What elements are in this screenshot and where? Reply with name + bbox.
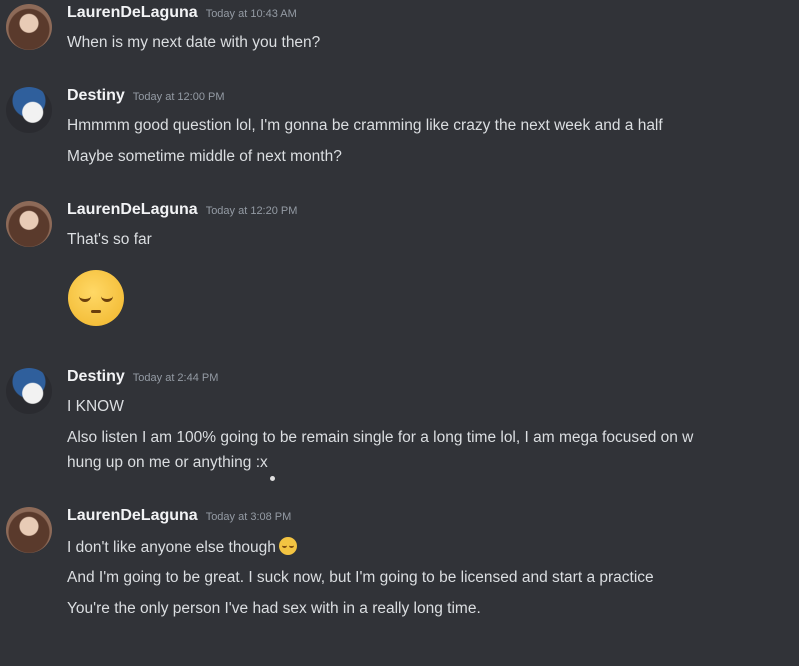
avatar[interactable] [6, 87, 52, 133]
pensive-face-emoji-icon [278, 537, 297, 555]
message-text: That's so far [67, 231, 152, 248]
timestamp: Today at 2:44 PM [132, 372, 219, 384]
username[interactable]: Destiny [67, 368, 125, 385]
avatar[interactable] [6, 507, 52, 553]
message-text: Hmmmm good question lol, I'm gonna be cr… [67, 117, 663, 134]
username[interactable]: LaurenDeLaguna [67, 507, 198, 524]
timestamp: Today at 3:08 PM [205, 511, 292, 523]
timestamp: Today at 12:00 PM [132, 91, 225, 103]
message-text: Also listen I am 100% going to be remain… [67, 429, 694, 446]
username[interactable]: LaurenDeLaguna [67, 201, 198, 218]
message-text: Maybe sometime middle of next month? [67, 148, 342, 165]
message-header: LaurenDeLaguna Today at 12:20 PM [67, 201, 297, 219]
message-header: Destiny Today at 12:00 PM [67, 87, 225, 105]
message-text: When is my next date with you then? [67, 34, 321, 51]
message-header: LaurenDeLaguna Today at 10:43 AM [67, 4, 297, 22]
mouse-cursor-icon [270, 476, 275, 481]
message-header: Destiny Today at 2:44 PM [67, 368, 218, 386]
avatar[interactable] [6, 201, 52, 247]
timestamp: Today at 12:20 PM [205, 205, 298, 217]
message-text: I KNOW [67, 398, 124, 415]
avatar[interactable] [6, 4, 52, 50]
message-header: LaurenDeLaguna Today at 3:08 PM [67, 507, 291, 525]
message-text: And I'm going to be great. I suck now, b… [67, 569, 654, 586]
message-text: hung up on me or anything :x [67, 454, 268, 471]
pensive-face-emoji-icon [68, 270, 124, 326]
message-text: I don't like anyone else though [67, 539, 276, 556]
username[interactable]: LaurenDeLaguna [67, 4, 198, 21]
timestamp: Today at 10:43 AM [205, 8, 297, 20]
message-text-row: I don't like anyone else though [67, 537, 297, 557]
message-text: You're the only person I've had sex with… [67, 600, 481, 617]
avatar[interactable] [6, 368, 52, 414]
username[interactable]: Destiny [67, 87, 125, 104]
